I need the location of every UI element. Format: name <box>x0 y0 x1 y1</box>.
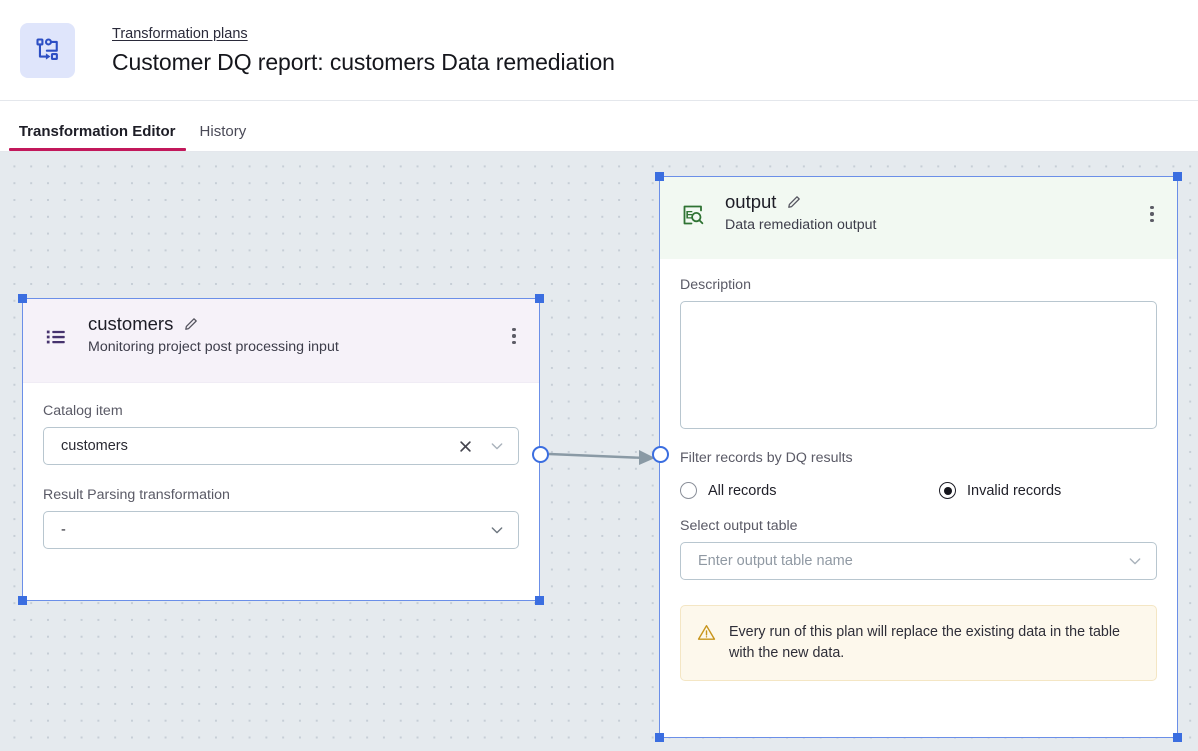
node-customers-title-row: customers <box>88 313 503 335</box>
tab-overview[interactable]: w <box>0 123 7 151</box>
label-result-parsing: Result Parsing transformation <box>43 487 519 503</box>
pencil-icon-output[interactable] <box>786 194 802 210</box>
radio-label-all-records: All records <box>708 483 777 499</box>
tab-history[interactable]: History <box>188 123 259 151</box>
label-description: Description <box>680 277 1157 293</box>
kebab-menu-icon-customers[interactable] <box>503 323 525 349</box>
warning-triangle-icon <box>697 623 716 664</box>
radio-invalid-records[interactable]: Invalid records <box>939 482 1061 499</box>
page-title: Customer DQ report: customers Data remed… <box>112 49 615 76</box>
node-output-text: output Data remediation output <box>725 191 1141 233</box>
description-textarea[interactable] <box>680 301 1157 429</box>
node-output[interactable]: E output Data remediation output <box>659 176 1178 738</box>
output-table-select[interactable]: Enter output table name <box>680 542 1157 580</box>
radio-all-records[interactable]: All records <box>680 482 939 499</box>
page-header: Transformation plans Customer DQ report:… <box>0 0 1198 101</box>
header-text-group: Transformation plans Customer DQ report:… <box>112 25 615 76</box>
resize-handle-top-left[interactable] <box>18 294 27 303</box>
input-port-output[interactable] <box>652 446 669 463</box>
close-icon[interactable] <box>454 435 476 457</box>
node-customers-title: customers <box>88 313 173 335</box>
label-select-output-table: Select output table <box>680 518 1157 534</box>
resize-handle-top-right[interactable] <box>535 294 544 303</box>
flow-canvas[interactable]: customers Monitoring project post proces… <box>0 152 1198 751</box>
node-customers-text: customers Monitoring project post proces… <box>88 313 503 355</box>
label-filter-records: Filter records by DQ results <box>680 450 1157 466</box>
node-output-subtitle: Data remediation output <box>725 217 1141 233</box>
radio-label-invalid-records: Invalid records <box>967 483 1061 499</box>
result-parsing-select[interactable]: - <box>43 511 519 549</box>
resize-handle-top-right-output[interactable] <box>1173 172 1182 181</box>
resize-handle-bottom-right-output[interactable] <box>1173 733 1182 742</box>
tab-transformation-editor[interactable]: Transformation Editor <box>7 123 188 151</box>
catalog-item-input[interactable]: customers <box>43 427 519 465</box>
catalog-item-value: customers <box>61 438 454 454</box>
node-customers-body: Catalog item customers Result Parsing tr… <box>23 403 539 549</box>
result-parsing-value: - <box>61 522 486 538</box>
resize-handle-bottom-left-output[interactable] <box>655 733 664 742</box>
chevron-down-icon-output-table[interactable] <box>1124 550 1146 572</box>
resize-handle-bottom-left[interactable] <box>18 596 27 605</box>
node-output-title: output <box>725 191 776 213</box>
workflow-plan-icon <box>20 23 75 78</box>
chevron-down-icon-catalog[interactable] <box>486 435 508 457</box>
node-customers-header: customers Monitoring project post proces… <box>23 299 539 383</box>
warning-text: Every run of this plan will replace the … <box>729 622 1138 664</box>
resize-handle-top-left-output[interactable] <box>655 172 664 181</box>
tab-bar: w Transformation Editor History <box>0 101 1198 152</box>
radio-icon-all-records <box>680 482 697 499</box>
filter-records-radio-group: All records Invalid records <box>680 482 1157 499</box>
eq-search-icon: E <box>680 202 706 228</box>
list-icon <box>43 324 69 350</box>
node-output-body: Description Filter records by DQ results… <box>660 277 1177 681</box>
output-port-customers[interactable] <box>532 446 549 463</box>
node-output-header: E output Data remediation output <box>660 177 1177 259</box>
output-table-placeholder: Enter output table name <box>698 553 1124 569</box>
radio-icon-invalid-records <box>939 482 956 499</box>
label-catalog-item: Catalog item <box>43 403 519 419</box>
pencil-icon[interactable] <box>183 316 199 332</box>
breadcrumb-transformation-plans[interactable]: Transformation plans <box>112 26 248 42</box>
resize-handle-bottom-right[interactable] <box>535 596 544 605</box>
kebab-menu-icon-output[interactable] <box>1141 201 1163 227</box>
node-customers[interactable]: customers Monitoring project post proces… <box>22 298 540 601</box>
node-customers-subtitle: Monitoring project post processing input <box>88 339 503 355</box>
warning-banner: Every run of this plan will replace the … <box>680 605 1157 681</box>
chevron-down-icon-result-parsing[interactable] <box>486 519 508 541</box>
node-output-title-row: output <box>725 191 1141 213</box>
